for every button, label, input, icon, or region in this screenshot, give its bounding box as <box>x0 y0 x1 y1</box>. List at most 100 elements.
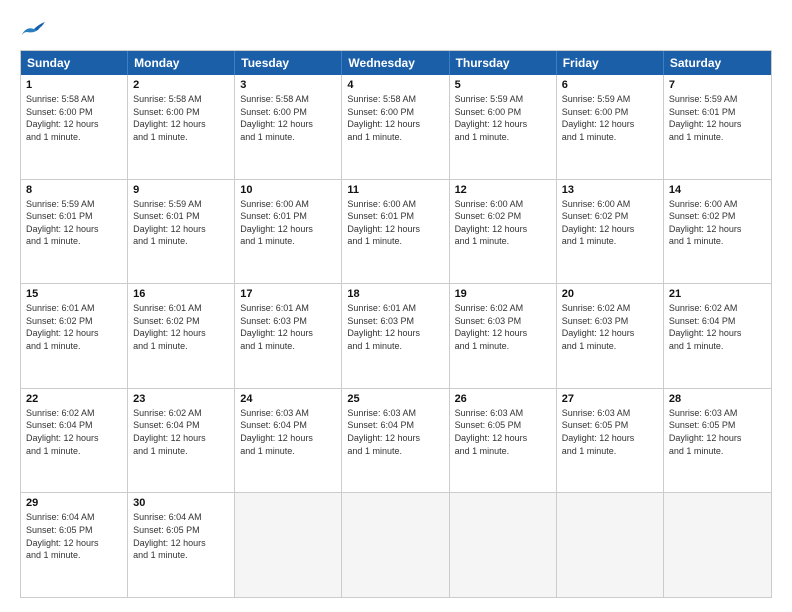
calendar-cell-empty <box>557 493 664 597</box>
calendar-cell-empty <box>450 493 557 597</box>
calendar-cell-day-25: 25 Sunrise: 6:03 AMSunset: 6:04 PMDayligh… <box>342 389 449 493</box>
calendar-cell-day-14: 14 Sunrise: 6:00 AMSunset: 6:02 PMDayligh… <box>664 180 771 284</box>
cell-info: Sunrise: 6:03 AMSunset: 6:05 PMDaylight:… <box>455 407 551 457</box>
cell-info: Sunrise: 6:04 AMSunset: 6:05 PMDaylight:… <box>26 511 122 561</box>
cell-info: Sunrise: 6:02 AMSunset: 6:04 PMDaylight:… <box>133 407 229 457</box>
calendar-cell-day-22: 22 Sunrise: 6:02 AMSunset: 6:04 PMDayligh… <box>21 389 128 493</box>
cell-info: Sunrise: 5:58 AMSunset: 6:00 PMDaylight:… <box>133 93 229 143</box>
calendar: SundayMondayTuesdayWednesdayThursdayFrid… <box>20 50 772 598</box>
day-number: 29 <box>26 497 122 509</box>
cell-info: Sunrise: 6:02 AMSunset: 6:04 PMDaylight:… <box>26 407 122 457</box>
calendar-cell-day-16: 16 Sunrise: 6:01 AMSunset: 6:02 PMDayligh… <box>128 284 235 388</box>
cell-info: Sunrise: 6:00 AMSunset: 6:02 PMDaylight:… <box>669 198 766 248</box>
calendar-row-4: 22 Sunrise: 6:02 AMSunset: 6:04 PMDayligh… <box>21 388 771 493</box>
calendar-cell-day-10: 10Sunrise: 6:00 AMSunset: 6:01 PMDayligh… <box>235 180 342 284</box>
cell-info: Sunrise: 6:03 AMSunset: 6:04 PMDaylight:… <box>347 407 443 457</box>
cell-info: Sunrise: 5:59 AMSunset: 6:01 PMDaylight:… <box>133 198 229 248</box>
day-number: 16 <box>133 288 229 300</box>
day-number: 20 <box>562 288 658 300</box>
calendar-cell-day-28: 28Sunrise: 6:03 AMSunset: 6:05 PMDayligh… <box>664 389 771 493</box>
calendar-cell-day-21: 21 Sunrise: 6:02 AMSunset: 6:04 PMDayligh… <box>664 284 771 388</box>
day-number: 14 <box>669 184 766 196</box>
calendar-cell-day-8: 8 Sunrise: 5:59 AMSunset: 6:01 PMDaylight… <box>21 180 128 284</box>
calendar-cell-day-12: 12 Sunrise: 6:00 AMSunset: 6:02 PMDayligh… <box>450 180 557 284</box>
calendar-row-1: 1 Sunrise: 5:58 AMSunset: 6:00 PMDaylight… <box>21 75 771 179</box>
cell-info: Sunrise: 6:01 AMSunset: 6:02 PMDaylight:… <box>26 302 122 352</box>
page: SundayMondayTuesdayWednesdayThursdayFrid… <box>0 0 792 612</box>
calendar-row-2: 8 Sunrise: 5:59 AMSunset: 6:01 PMDaylight… <box>21 179 771 284</box>
header-day-thursday: Thursday <box>450 51 557 75</box>
day-number: 17 <box>240 288 336 300</box>
calendar-cell-day-2: 2 Sunrise: 5:58 AMSunset: 6:00 PMDaylight… <box>128 75 235 179</box>
day-number: 13 <box>562 184 658 196</box>
header-day-saturday: Saturday <box>664 51 771 75</box>
day-number: 12 <box>455 184 551 196</box>
calendar-cell-day-7: 7 Sunrise: 5:59 AMSunset: 6:01 PMDaylight… <box>664 75 771 179</box>
logo-bird-icon <box>20 18 48 40</box>
day-number: 6 <box>562 79 658 91</box>
cell-info: Sunrise: 5:59 AMSunset: 6:00 PMDaylight:… <box>562 93 658 143</box>
calendar-cell-day-24: 24 Sunrise: 6:03 AMSunset: 6:04 PMDayligh… <box>235 389 342 493</box>
day-number: 30 <box>133 497 229 509</box>
calendar-cell-day-20: 20Sunrise: 6:02 AMSunset: 6:03 PMDayligh… <box>557 284 664 388</box>
cell-info: Sunrise: 5:59 AMSunset: 6:01 PMDaylight:… <box>669 93 766 143</box>
header-day-friday: Friday <box>557 51 664 75</box>
calendar-row-3: 15 Sunrise: 6:01 AMSunset: 6:02 PMDayligh… <box>21 283 771 388</box>
calendar-cell-day-29: 29 Sunrise: 6:04 AMSunset: 6:05 PMDayligh… <box>21 493 128 597</box>
day-number: 25 <box>347 393 443 405</box>
day-number: 21 <box>669 288 766 300</box>
calendar-cell-day-13: 13 Sunrise: 6:00 AMSunset: 6:02 PMDayligh… <box>557 180 664 284</box>
header-day-sunday: Sunday <box>21 51 128 75</box>
calendar-cell-day-26: 26Sunrise: 6:03 AMSunset: 6:05 PMDayligh… <box>450 389 557 493</box>
cell-info: Sunrise: 5:58 AMSunset: 6:00 PMDaylight:… <box>26 93 122 143</box>
cell-info: Sunrise: 6:01 AMSunset: 6:03 PMDaylight:… <box>240 302 336 352</box>
cell-info: Sunrise: 6:03 AMSunset: 6:04 PMDaylight:… <box>240 407 336 457</box>
day-number: 2 <box>133 79 229 91</box>
calendar-cell-day-9: 9Sunrise: 5:59 AMSunset: 6:01 PMDaylight… <box>128 180 235 284</box>
calendar-cell-empty <box>235 493 342 597</box>
calendar-cell-day-19: 19 Sunrise: 6:02 AMSunset: 6:03 PMDayligh… <box>450 284 557 388</box>
cell-info: Sunrise: 6:04 AMSunset: 6:05 PMDaylight:… <box>133 511 229 561</box>
cell-info: Sunrise: 5:59 AMSunset: 6:01 PMDaylight:… <box>26 198 122 248</box>
day-number: 8 <box>26 184 122 196</box>
cell-info: Sunrise: 6:01 AMSunset: 6:03 PMDaylight:… <box>347 302 443 352</box>
header-day-wednesday: Wednesday <box>342 51 449 75</box>
day-number: 19 <box>455 288 551 300</box>
cell-info: Sunrise: 6:01 AMSunset: 6:02 PMDaylight:… <box>133 302 229 352</box>
cell-info: Sunrise: 5:58 AMSunset: 6:00 PMDaylight:… <box>240 93 336 143</box>
day-number: 5 <box>455 79 551 91</box>
day-number: 15 <box>26 288 122 300</box>
day-number: 23 <box>133 393 229 405</box>
calendar-header: SundayMondayTuesdayWednesdayThursdayFrid… <box>21 51 771 75</box>
calendar-cell-day-17: 17 Sunrise: 6:01 AMSunset: 6:03 PMDayligh… <box>235 284 342 388</box>
calendar-cell-day-15: 15 Sunrise: 6:01 AMSunset: 6:02 PMDayligh… <box>21 284 128 388</box>
logo <box>20 18 52 40</box>
day-number: 28 <box>669 393 766 405</box>
calendar-body: 1 Sunrise: 5:58 AMSunset: 6:00 PMDaylight… <box>21 75 771 597</box>
calendar-cell-day-23: 23 Sunrise: 6:02 AMSunset: 6:04 PMDayligh… <box>128 389 235 493</box>
calendar-cell-day-6: 6 Sunrise: 5:59 AMSunset: 6:00 PMDaylight… <box>557 75 664 179</box>
cell-info: Sunrise: 6:02 AMSunset: 6:04 PMDaylight:… <box>669 302 766 352</box>
cell-info: Sunrise: 6:02 AMSunset: 6:03 PMDaylight:… <box>455 302 551 352</box>
calendar-cell-day-11: 11Sunrise: 6:00 AMSunset: 6:01 PMDayligh… <box>342 180 449 284</box>
day-number: 1 <box>26 79 122 91</box>
calendar-cell-day-3: 3 Sunrise: 5:58 AMSunset: 6:00 PMDaylight… <box>235 75 342 179</box>
cell-info: Sunrise: 6:00 AMSunset: 6:02 PMDaylight:… <box>455 198 551 248</box>
header-day-monday: Monday <box>128 51 235 75</box>
day-number: 24 <box>240 393 336 405</box>
day-number: 18 <box>347 288 443 300</box>
day-number: 10 <box>240 184 336 196</box>
cell-info: Sunrise: 6:00 AMSunset: 6:02 PMDaylight:… <box>562 198 658 248</box>
cell-info: Sunrise: 5:58 AMSunset: 6:00 PMDaylight:… <box>347 93 443 143</box>
day-number: 7 <box>669 79 766 91</box>
cell-info: Sunrise: 5:59 AMSunset: 6:00 PMDaylight:… <box>455 93 551 143</box>
header <box>20 18 772 40</box>
day-number: 22 <box>26 393 122 405</box>
day-number: 11 <box>347 184 443 196</box>
calendar-row-5: 29 Sunrise: 6:04 AMSunset: 6:05 PMDayligh… <box>21 492 771 597</box>
calendar-cell-empty <box>342 493 449 597</box>
day-number: 3 <box>240 79 336 91</box>
calendar-cell-day-5: 5 Sunrise: 5:59 AMSunset: 6:00 PMDaylight… <box>450 75 557 179</box>
day-number: 27 <box>562 393 658 405</box>
calendar-cell-day-4: 4Sunrise: 5:58 AMSunset: 6:00 PMDaylight… <box>342 75 449 179</box>
